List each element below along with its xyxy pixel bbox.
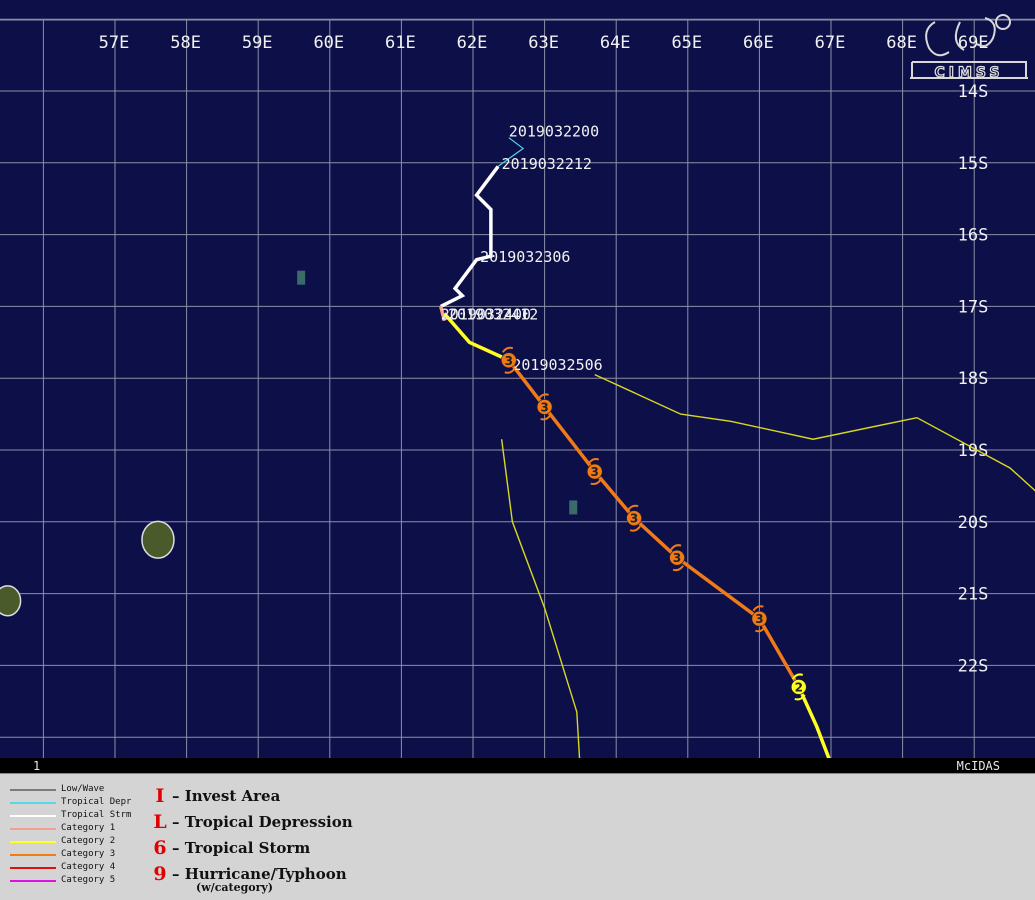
latitude-label: 18S: [958, 369, 989, 389]
storm-category-label: 3: [630, 512, 638, 526]
invest-area-icon: I: [155, 785, 165, 807]
longitude-label: 63E: [528, 33, 559, 53]
legend-label: Category 3: [61, 849, 116, 859]
longitude-label: 64E: [600, 33, 631, 53]
hurricane-typhoon-icon: 9: [153, 863, 167, 885]
symbol-legend-label: – Invest Area: [172, 787, 281, 805]
latitude-label: 22S: [958, 656, 989, 676]
tropical-depression-icon: L: [153, 811, 167, 833]
legend-swatch: [10, 841, 56, 843]
legend-label: Tropical Strm: [61, 810, 132, 820]
legend-swatch: [10, 854, 56, 856]
frame-number-label: 1: [33, 759, 40, 773]
symbol-legend-label: – Tropical Depression: [172, 813, 353, 831]
legend-label: Category 5: [61, 875, 116, 885]
legend-swatch: [10, 828, 56, 830]
category-note: (w/category): [196, 881, 274, 894]
track-time-label: 2019032506: [512, 356, 602, 374]
legend-swatch: [10, 880, 56, 882]
storm-category-label: 3: [540, 400, 548, 414]
longitude-label: 62E: [457, 33, 488, 53]
storm-category-label: 3: [505, 354, 513, 368]
storm-category-label: 3: [591, 465, 599, 479]
latitude-label: 16S: [958, 226, 989, 246]
latitude-label: 20S: [958, 513, 989, 533]
storm-track-map: 57E 58E 59E 60E 61E 62E 63E 64E 65E 66E 67E 68E 69E1…: [0, 0, 1035, 773]
latitude-label: 14S: [958, 82, 989, 102]
map-legend: Low/Wave Tropical Depr Tropical Strm Catego…: [0, 773, 1035, 900]
latitude-label: 19S: [958, 441, 989, 461]
storm-category-label: 3: [673, 551, 681, 565]
track-time-label: 2019032412: [448, 306, 538, 324]
latitude-label: 17S: [958, 297, 989, 317]
longitude-label: 59E: [242, 33, 273, 53]
track-time-label: 2019032306: [480, 248, 570, 266]
storm-category-label: 3: [755, 612, 763, 626]
cimss-logo-text: CIMSS: [935, 65, 1004, 81]
small-islet: [569, 500, 578, 515]
legend-label: Tropical Depr: [61, 797, 132, 807]
latitude-label: 15S: [958, 154, 989, 174]
reunion-island: [0, 585, 22, 617]
track-time-label: 2019032212: [502, 155, 592, 173]
track-time-label: 2019032200: [509, 122, 599, 140]
legend-label: Category 4: [61, 862, 116, 872]
storm-category-label: 2: [795, 680, 803, 694]
mcidas-label: McIDAS: [957, 759, 1000, 773]
symbol-legend-label: – Tropical Storm: [172, 839, 311, 857]
mauritius-island: [141, 520, 175, 559]
longitude-label: 66E: [743, 33, 774, 53]
tromelin-island: [297, 270, 306, 285]
legend-label: Category 1: [61, 823, 116, 833]
legend-swatch: [10, 867, 56, 869]
longitude-label: 65E: [671, 33, 702, 53]
legend-swatch: [10, 815, 56, 817]
legend-label: Category 2: [61, 836, 116, 846]
legend-swatch: [10, 802, 56, 804]
longitude-label: 67E: [815, 33, 846, 53]
longitude-label: 58E: [170, 33, 201, 53]
legend-swatch: [10, 789, 56, 791]
latitude-label: 21S: [958, 585, 989, 605]
longitude-label: 57E: [99, 33, 130, 53]
longitude-label: 68E: [886, 33, 917, 53]
status-strip: [0, 758, 1035, 773]
longitude-label: 61E: [385, 33, 416, 53]
longitude-label: 60E: [313, 33, 344, 53]
tropical-storm-icon: 6: [153, 837, 167, 859]
legend-label: Low/Wave: [61, 784, 105, 794]
ocean-background: [0, 0, 1035, 773]
